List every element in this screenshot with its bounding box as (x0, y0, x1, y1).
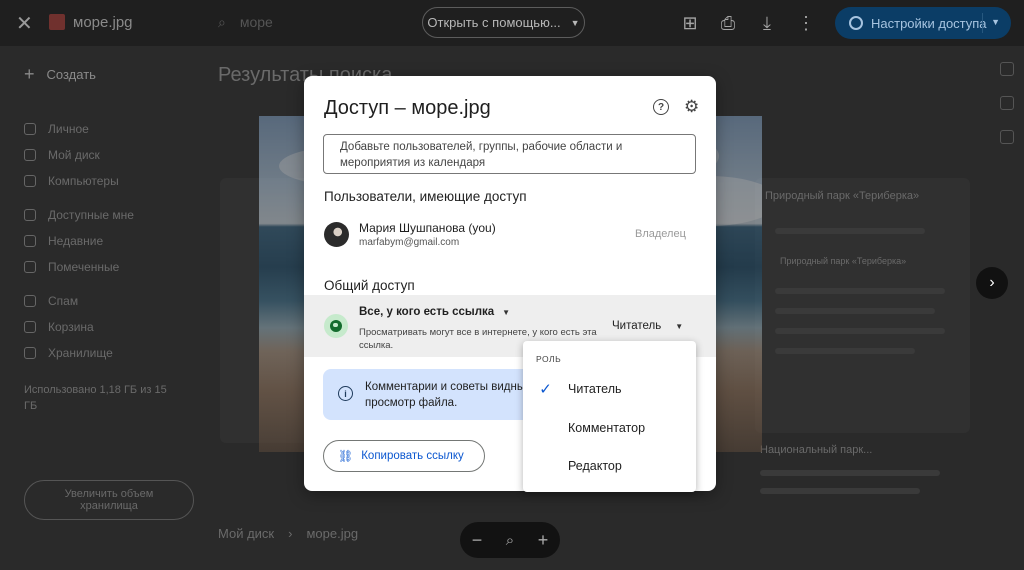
breadcrumb: Мой диск › море.jpg (218, 526, 358, 541)
caret-down-icon: ▼ (675, 321, 684, 331)
image-file-icon (49, 14, 65, 30)
open-with-label: Открыть с помощью... (427, 15, 561, 30)
sidebar-item[interactable]: Спам (24, 288, 134, 314)
zoom-icon[interactable]: ⌕ (506, 532, 514, 549)
copy-link-label: Копировать ссылку (361, 450, 464, 462)
create-label: Создать (46, 67, 96, 82)
role-option-label: Читатель (568, 382, 622, 396)
access-role-label: Читатель (612, 320, 662, 332)
sidebar-nav: Личное Мой диск Компьютеры Доступные мне… (24, 116, 134, 366)
share-button[interactable]: Настройки доступа ▼ (835, 7, 1011, 39)
help-icon[interactable]: ? (653, 99, 669, 115)
access-mode-dropdown[interactable]: Все, у кого есть ссылка ▼ (359, 306, 510, 318)
buy-storage-button[interactable]: Увеличить объем хранилища (24, 480, 194, 520)
sidebar-item[interactable]: Доступные мне (24, 202, 134, 228)
globe-icon (849, 16, 863, 30)
breadcrumb-root[interactable]: Мой диск (218, 526, 274, 541)
role-option-editor[interactable]: Редактор (523, 447, 696, 485)
right-rail (990, 50, 1024, 570)
file-name: море.jpg (73, 14, 133, 31)
more-vert-icon[interactable]: ⋮ (795, 12, 817, 34)
role-option-label: Комментатор (568, 421, 646, 435)
dialog-title: Доступ – море.jpg (324, 97, 491, 119)
people-section-title: Пользователи, имеющие доступ (324, 189, 527, 204)
check-icon: ✓ (539, 381, 552, 398)
create-button[interactable]: + Создать (24, 64, 96, 85)
sidebar-item[interactable]: Личное (24, 116, 134, 142)
download-icon[interactable]: ⤓ (756, 12, 778, 34)
file-card-subtitle: Природный парк «Териберка» (780, 256, 907, 266)
access-role-dropdown[interactable]: Читатель ▼ (612, 320, 683, 332)
info-text: Комментарии и советы видны... просмотр ф… (365, 381, 535, 409)
sidebar-item[interactable]: Мой диск (24, 142, 134, 168)
share-label: Настройки доступа (871, 15, 987, 31)
general-access-title: Общий доступ (324, 278, 415, 293)
tasks-icon[interactable] (1000, 96, 1014, 110)
sidebar-item[interactable]: Хранилище (24, 340, 134, 366)
access-mode-label: Все, у кого есть ссылка (359, 306, 495, 318)
contacts-icon[interactable] (1000, 130, 1014, 144)
owner-role: Владелец (635, 228, 686, 240)
caret-down-icon: ▼ (570, 17, 580, 28)
close-icon[interactable]: ✕ (16, 11, 33, 36)
storage-text: Использовано 1,18 ГБ из 15 ГБ (24, 384, 167, 412)
viewer-topbar: ✕ море.jpg ⌕ море Открыть с помощью... ▼ … (0, 0, 1024, 46)
owner-name: Мария Шушпанова (you) (359, 221, 496, 235)
add-people-input[interactable]: Добавьте пользователей, группы, рабочие … (323, 134, 696, 174)
file-card-title: Национальный парк... (760, 444, 873, 456)
add-to-drive-icon[interactable]: ⊞ (679, 12, 701, 34)
link-icon: ⛓ (338, 449, 354, 463)
zoom-controls: − ⌕ + (460, 522, 560, 558)
search-box[interactable]: ⌕ море (218, 14, 273, 31)
file-card[interactable]: Природный парк «Териберка» Природный пар… (755, 178, 970, 433)
role-option-viewer[interactable]: ✓ Читатель (523, 370, 696, 408)
share-divider (982, 13, 983, 33)
caret-down-icon: ▼ (502, 307, 511, 317)
avatar (324, 222, 349, 247)
keep-icon[interactable] (1000, 62, 1014, 76)
sidebar-item[interactable]: Недавние (24, 228, 134, 254)
breadcrumb-file[interactable]: море.jpg (306, 526, 358, 541)
gear-icon[interactable]: ⚙ (684, 97, 699, 117)
role-menu: РОЛЬ ✓ Читатель Комментатор Редактор (523, 341, 696, 492)
sidebar-item[interactable]: Корзина (24, 314, 134, 340)
role-menu-header: РОЛЬ (536, 354, 562, 364)
print-icon[interactable]: ⎙ (717, 12, 739, 34)
zoom-in-icon[interactable]: + (538, 530, 549, 551)
globe-icon (324, 314, 348, 338)
file-card-title: Природный парк «Териберка» (765, 190, 920, 202)
role-option-commenter[interactable]: Комментатор (523, 409, 696, 447)
open-with-button[interactable]: Открыть с помощью... ▼ (422, 7, 585, 38)
copy-link-button[interactable]: ⛓ Копировать ссылку (323, 440, 485, 472)
drive-sidebar: + Создать Личное Мой диск Компьютеры Дост… (0, 50, 205, 570)
sidebar-item[interactable]: Помеченные (24, 254, 134, 280)
role-option-label: Редактор (568, 459, 622, 473)
search-icon: ⌕ (218, 14, 226, 30)
search-text: море (239, 14, 273, 30)
zoom-out-icon[interactable]: − (472, 530, 483, 551)
chevron-right-icon: › (288, 526, 293, 541)
owner-email: marfabym@gmail.com (359, 237, 460, 248)
caret-down-icon[interactable]: ▼ (991, 17, 1000, 27)
sidebar-item[interactable]: Компьютеры (24, 168, 134, 194)
info-icon: i (338, 386, 353, 401)
